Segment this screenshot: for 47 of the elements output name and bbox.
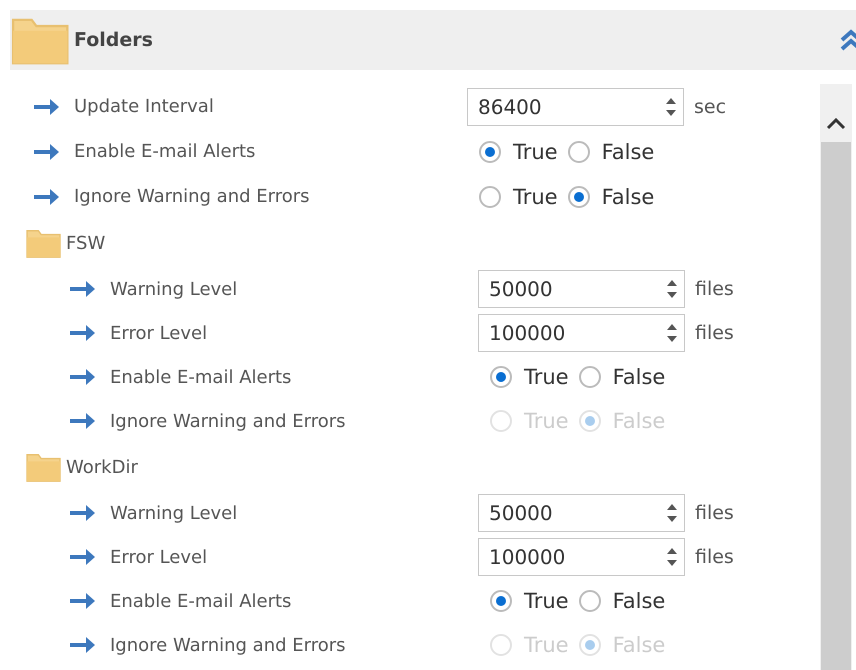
radio-option[interactable]: False: [578, 365, 666, 389]
number-spinner[interactable]: 100000: [478, 314, 685, 352]
radio-option[interactable]: False: [578, 589, 666, 613]
setting-label: Enable E-mail Alerts: [110, 590, 292, 612]
number-spinner[interactable]: 50000: [478, 270, 685, 308]
radio-option[interactable]: True: [490, 365, 569, 389]
unit-label: sec: [694, 96, 726, 118]
arrow-right-icon: [32, 142, 60, 160]
arrow-right-icon: [68, 636, 96, 654]
setting-label: Ignore Warning and Errors: [110, 410, 346, 432]
arrow-right-icon: [68, 280, 96, 298]
number-spinner[interactable]: 100000: [478, 538, 685, 576]
section-header[interactable]: Folders: [10, 10, 856, 70]
radio-option[interactable]: True: [490, 589, 569, 613]
arrow-right-icon: [68, 548, 96, 566]
setting-label: Warning Level: [110, 502, 238, 524]
radio-option[interactable]: True: [479, 184, 558, 208]
radio-option[interactable]: False: [568, 184, 654, 208]
radio-option[interactable]: True: [479, 140, 558, 164]
scroll-thumb[interactable]: [821, 142, 851, 670]
scrollbar[interactable]: [820, 84, 852, 670]
setting-label: Update Interval: [74, 96, 214, 117]
folder-name: FSW: [66, 232, 106, 254]
unit-label: files: [695, 278, 734, 300]
setting-label: Ignore Warning and Errors: [74, 186, 310, 207]
setting-label: Enable E-mail Alerts: [74, 141, 256, 162]
unit-label: files: [695, 322, 734, 344]
setting-label: Enable E-mail Alerts: [110, 366, 292, 388]
setting-label: Warning Level: [110, 278, 238, 300]
arrow-right-icon: [32, 188, 60, 206]
setting-label: Error Level: [110, 546, 208, 568]
scroll-up-icon[interactable]: [826, 118, 846, 130]
setting-label: Error Level: [110, 322, 208, 344]
arrow-right-icon: [68, 324, 96, 342]
unit-label: files: [695, 502, 734, 524]
arrow-right-icon: [68, 412, 96, 430]
arrow-right-icon: [68, 368, 96, 386]
number-spinner[interactable]: 50000: [478, 494, 685, 532]
unit-label: files: [695, 546, 734, 568]
arrow-right-icon: [68, 592, 96, 610]
radio-option[interactable]: False: [568, 140, 654, 164]
number-spinner[interactable]: 86400: [467, 88, 684, 126]
section-title: Folders: [74, 29, 153, 51]
arrow-right-icon: [32, 98, 60, 116]
folder-name: WorkDir: [66, 456, 138, 478]
setting-label: Ignore Warning and Errors: [110, 634, 346, 656]
arrow-right-icon: [68, 504, 96, 522]
